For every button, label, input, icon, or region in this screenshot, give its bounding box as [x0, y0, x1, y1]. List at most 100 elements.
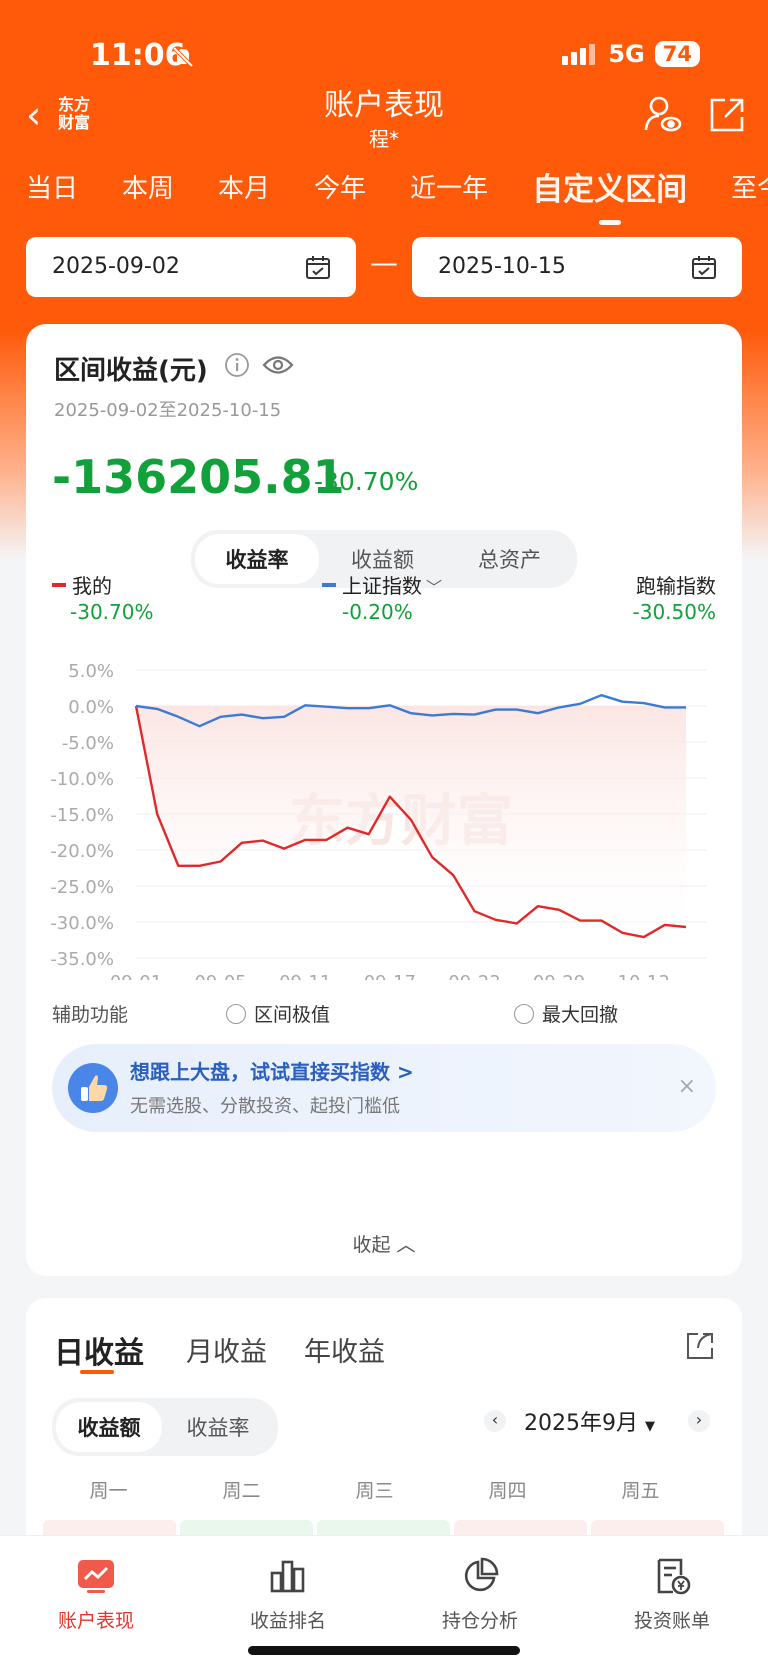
y-tick-label: -15.0%	[50, 805, 114, 826]
bill-icon	[657, 1558, 691, 1595]
y-tick-label: 0.0%	[68, 697, 114, 718]
tab-month[interactable]: 本月	[218, 168, 270, 209]
month-label: 2025年9月	[524, 1411, 638, 1436]
x-tick-label: 09-29	[533, 972, 585, 980]
calendar-icon	[692, 256, 716, 279]
legend-mine-label: 我的	[72, 574, 112, 598]
nav-ranking[interactable]: 收益排名	[228, 1554, 348, 1633]
thumbs-up-icon	[68, 1063, 118, 1113]
collapse-button[interactable]: 收起 ︿	[26, 1230, 742, 1257]
legend-mine-value: -30.70%	[70, 600, 154, 624]
legend-index[interactable]: 上证指数 ﹀	[322, 570, 442, 599]
date-separator: —	[370, 246, 398, 279]
end-date-field[interactable]: 2025-10-15	[412, 237, 742, 297]
pie-chart-icon	[464, 1557, 499, 1592]
y-tick-label: -20.0%	[50, 841, 114, 862]
return-chart[interactable]: 东方财富5.0%0.0%-5.0%-10.0%-15.0%-20.0%-25.0…	[26, 650, 742, 980]
share-icon[interactable]	[684, 1330, 716, 1366]
nav-label: 收益排名	[249, 1610, 326, 1632]
nav-account-performance[interactable]: 账户表现	[36, 1554, 156, 1633]
legend-index-label: 上证指数	[342, 574, 422, 598]
tab-to-date[interactable]: 至今	[731, 168, 768, 209]
info-icon[interactable]	[224, 352, 250, 382]
mode-rate[interactable]: 收益率	[195, 534, 319, 584]
legend-lose-label: 跑输指数	[636, 574, 716, 598]
earnings-mode-toggle: 收益额 收益率	[52, 1398, 278, 1456]
promo-title: 想跟上大盘，试试直接买指数 >	[130, 1060, 414, 1084]
user-view-icon[interactable]	[643, 94, 683, 138]
next-month-button[interactable]: ›	[688, 1410, 710, 1432]
calendar-icon	[306, 256, 330, 279]
aux-max-drawdown[interactable]: 最大回撤	[514, 1000, 618, 1027]
tab-year[interactable]: 今年	[314, 168, 366, 209]
mode-earnings-amount[interactable]: 收益额	[56, 1402, 162, 1452]
collapse-label: 收起	[352, 1234, 391, 1256]
caret-down-icon: ▼	[645, 1419, 655, 1434]
x-tick-label: 10-13	[618, 972, 670, 980]
prev-month-button[interactable]: ‹	[484, 1410, 506, 1432]
status-indicators: 5G 74	[562, 40, 700, 68]
legend-swatch	[322, 583, 336, 587]
weekday: 周四	[488, 1480, 527, 1502]
tab-daily[interactable]: 日收益	[54, 1328, 144, 1372]
mode-earnings-rate[interactable]: 收益率	[162, 1402, 274, 1452]
profit-percent: -30.70%	[314, 467, 419, 496]
radio-icon	[226, 1004, 246, 1024]
y-tick-label: -10.0%	[50, 769, 114, 790]
mode-assets[interactable]: 总资产	[446, 534, 573, 584]
x-tick-label: 09-01	[110, 972, 162, 980]
aux-range-extremes[interactable]: 区间极值	[226, 1000, 330, 1027]
start-date-value: 2025-09-02	[52, 254, 180, 279]
legend-mine: 我的	[52, 570, 112, 599]
bar-chart-icon	[270, 1560, 305, 1593]
y-tick-label: -25.0%	[50, 877, 114, 898]
end-date-value: 2025-10-15	[438, 254, 566, 279]
nav-label: 持仓分析	[441, 1610, 518, 1632]
nav-investment-bill[interactable]: 投资账单	[612, 1554, 732, 1633]
y-tick-label: -35.0%	[50, 949, 114, 970]
eye-icon[interactable]	[262, 352, 294, 382]
summary-card: 区间收益(元) 2025-09-02至2025-10-15 -136205.81…	[26, 324, 742, 1276]
x-tick-label: 09-05	[194, 972, 246, 980]
x-tick-label: 09-23	[448, 972, 500, 980]
y-tick-label: 5.0%	[68, 661, 114, 682]
tab-custom-range[interactable]: 自定义区间	[532, 164, 687, 225]
y-tick-label: -30.0%	[50, 913, 114, 934]
weekday: 周三	[355, 1480, 394, 1502]
tab-today[interactable]: 当日	[26, 168, 78, 209]
legend-lose-value: -30.50%	[632, 600, 716, 624]
y-tick-label: -5.0%	[62, 733, 114, 754]
nav-holdings-analysis[interactable]: 持仓分析	[420, 1554, 540, 1633]
weekday-header: 周一 周二 周三 周四 周五	[42, 1476, 726, 1503]
share-icon[interactable]	[708, 96, 746, 138]
performance-icon	[78, 1560, 114, 1593]
weekday: 周五	[621, 1480, 660, 1502]
earnings-card: 日收益 月收益 年收益 收益额 收益率 ‹ 2025年9月 ▼ › 周一 周二 …	[26, 1298, 742, 1558]
chevron-up-icon: ︿	[396, 1234, 416, 1256]
weekday: 周一	[89, 1480, 128, 1502]
chevron-down-icon: ﹀	[426, 578, 443, 597]
x-tick-label: 09-17	[364, 972, 416, 980]
promo-banner[interactable]: 想跟上大盘，试试直接买指数 > 无需选股、分散投资、起投门槛低 ×	[52, 1044, 716, 1132]
aux-option1-label: 区间极值	[254, 1004, 331, 1026]
nav-label: 账户表现	[57, 1610, 134, 1632]
period-tabs: 当日 本周 本月 今年 近一年 自定义区间 至今	[26, 168, 768, 225]
start-date-field[interactable]: 2025-09-02	[26, 237, 356, 297]
mute-icon	[170, 44, 196, 74]
legend-index-value: -0.20%	[342, 600, 413, 624]
signal-icon	[562, 44, 596, 65]
tab-yearly[interactable]: 年收益	[304, 1330, 385, 1369]
tab-week[interactable]: 本周	[122, 168, 174, 209]
tab-monthly[interactable]: 月收益	[186, 1330, 267, 1369]
tab-last-year[interactable]: 近一年	[410, 168, 488, 209]
weekday: 周二	[222, 1480, 261, 1502]
battery-level: 74	[654, 41, 700, 67]
legend-swatch	[52, 583, 66, 587]
network-label: 5G	[608, 40, 645, 68]
summary-range: 2025-09-02至2025-10-15	[54, 400, 282, 421]
profit-amount: -136205.81	[52, 450, 345, 504]
close-icon[interactable]: ×	[678, 1074, 696, 1099]
month-selector[interactable]: 2025年9月 ▼	[524, 1405, 655, 1437]
summary-title: 区间收益(元)	[54, 356, 208, 386]
promo-subtitle: 无需选股、分散投资、起投门槛低	[130, 1096, 400, 1117]
